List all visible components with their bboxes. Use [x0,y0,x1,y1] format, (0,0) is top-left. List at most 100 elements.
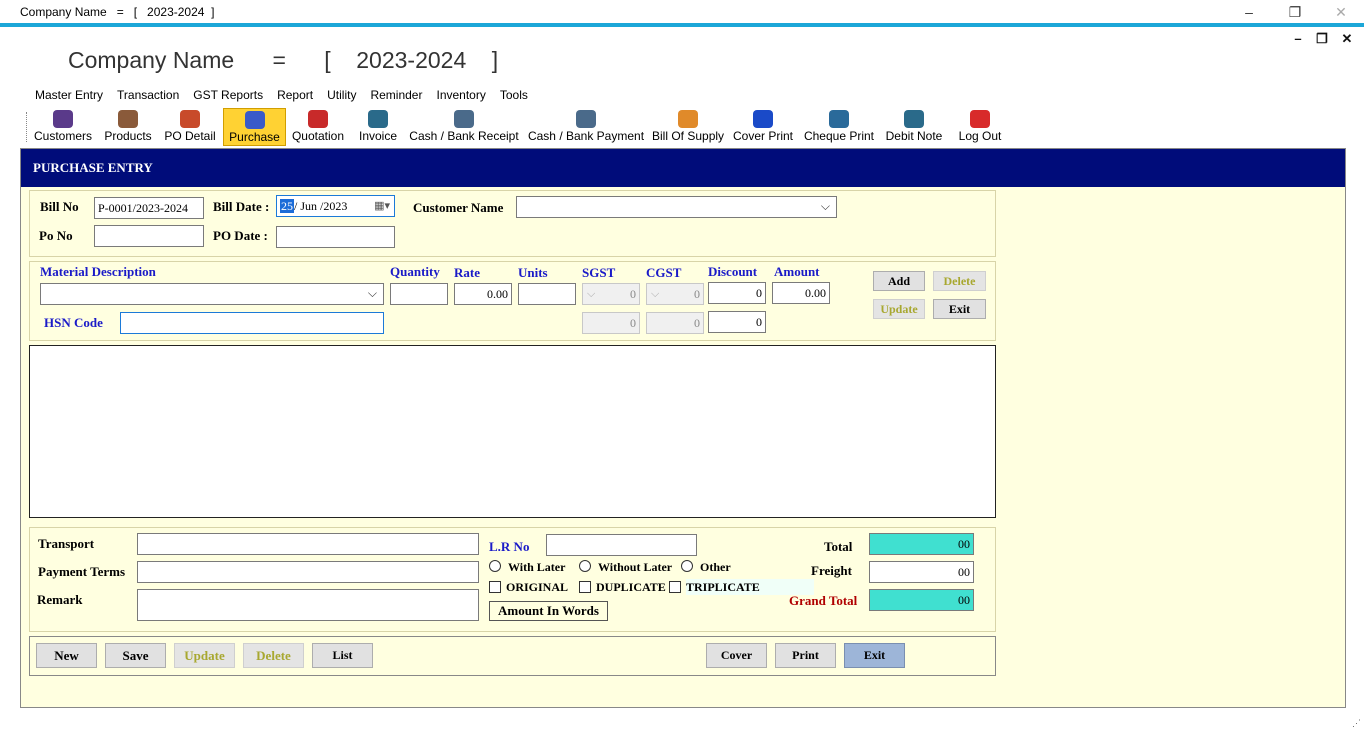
toolbar-log-out-button[interactable]: Log Out [954,108,1006,146]
duplicate-label: DUPLICATE [596,580,666,594]
menu-item-gst-reports[interactable]: GST Reports [186,86,270,104]
rate-field[interactable]: 0.00 [454,283,512,305]
original-label: ORIGINAL [506,580,569,594]
menu-item-transaction[interactable]: Transaction [110,86,186,104]
minimize-icon[interactable]: – [1238,2,1260,22]
bill-no-field[interactable]: P-0001/2023-2024 [94,197,204,219]
toolbar-cheque-print-button[interactable]: Cheque Print [802,108,876,146]
toolbar-quotation-button[interactable]: Quotation [290,108,346,146]
toolbar-label: Bill Of Supply [652,129,725,143]
list-button[interactable]: List [312,643,373,668]
bill-date-picker[interactable]: 25/ Jun /2023 ▦▾ [276,195,395,217]
toolbar-label: Cheque Print [803,129,875,143]
hsn-code-field[interactable] [120,312,384,334]
lr-no-field[interactable] [546,534,697,556]
sgst-value: 0 [630,287,636,301]
po-date-field[interactable] [276,226,395,248]
units-field[interactable] [518,283,576,305]
toolbar-label: Products [104,129,152,143]
update-item-button[interactable]: Update [873,299,925,319]
toolbar-po-detail-button[interactable]: PO Detail [162,108,218,146]
items-grid[interactable] [29,345,996,518]
triplicate-checkbox[interactable] [669,581,681,593]
restore-icon[interactable]: ❐ [1284,2,1306,22]
menu-item-report[interactable]: Report [270,86,320,104]
toolbar-bill-of-supply-button[interactable]: Bill Of Supply [652,108,724,146]
other-radio[interactable] [681,560,693,572]
title-accent-bar [0,23,1364,27]
units-label: Units [518,265,548,280]
without-later-radio[interactable] [579,560,591,572]
form-header: PURCHASE ENTRY [21,149,1345,187]
menu-item-master-entry[interactable]: Master Entry [28,86,110,104]
original-checkbox[interactable] [489,581,501,593]
toolbar-cover-print-button[interactable]: Cover Print [730,108,796,146]
quantity-field[interactable] [390,283,448,305]
cgst-amount-field: 0 [646,312,704,334]
duplicate-checkbox[interactable] [579,581,591,593]
save-button[interactable]: Save [105,643,166,668]
toolbar-label: Cover Print [732,129,794,143]
toolbar-invoice-button[interactable]: Invoice [354,108,402,146]
quotation-icon [308,110,328,128]
child-restore-icon[interactable]: ❐ [1313,30,1331,48]
customers-icon [53,110,73,128]
exit-button[interactable]: Exit [844,643,905,668]
toolbar-label: Log Out [958,129,1002,143]
menu-item-reminder[interactable]: Reminder [363,86,429,104]
payment-icon [576,110,596,128]
cover-button[interactable]: Cover [706,643,767,668]
add-item-button[interactable]: Add [873,271,925,291]
calendar-icon[interactable]: ▦▾ [374,198,390,214]
toolbar-purchase-button[interactable]: Purchase [223,108,286,146]
with-later-radio[interactable] [489,560,501,572]
title-bar: Company Name = [ 2023-2024 ] – ❐ ✕ [0,0,1364,24]
discount-field[interactable]: 0 [708,282,766,304]
grand-total-label: Grand Total [789,593,858,608]
transport-field[interactable] [137,533,479,555]
customer-name-dropdown[interactable] [516,196,837,218]
debit-note-icon [904,110,924,128]
remark-field[interactable] [137,589,479,621]
print-button[interactable]: Print [775,643,836,668]
toolbar-products-button[interactable]: Products [100,108,156,146]
exit-item-button[interactable]: Exit [933,299,986,319]
menu-item-tools[interactable]: Tools [493,86,535,104]
close-icon[interactable]: ✕ [1330,2,1352,22]
child-close-icon[interactable]: ✕ [1338,30,1356,48]
child-minimize-icon[interactable]: – [1289,30,1307,48]
products-icon [118,110,138,128]
toolbar-label: PO Detail [164,129,216,143]
freight-field[interactable]: 00 [869,561,974,583]
customer-name-label: Customer Name [413,200,504,215]
lr-no-label: L.R No [489,539,530,554]
power-icon [970,110,990,128]
update-button[interactable]: Update [174,643,235,668]
with-later-label: With Later [508,560,566,574]
bill-date-label: Bill Date : [213,199,270,214]
payment-terms-field[interactable] [137,561,479,583]
menu-item-utility[interactable]: Utility [320,86,363,104]
resize-grip-icon[interactable]: ⋰ [1352,718,1362,728]
quantity-label: Quantity [390,264,440,279]
toolbar-label: Quotation [291,129,345,143]
toolbar-label: Cash / Bank Payment [527,129,645,143]
material-description-dropdown[interactable] [40,283,384,305]
toolbar-debit-note-button[interactable]: Debit Note [884,108,944,146]
toolbar-cash-bank-receipt-button[interactable]: Cash / Bank Receipt [408,108,520,146]
bill-supply-icon [678,110,698,128]
toolbar-cash-bank-payment-button[interactable]: Cash / Bank Payment [524,108,648,146]
amount-field[interactable]: 0.00 [772,282,830,304]
new-button[interactable]: New [36,643,97,668]
discount-label: Discount [708,264,758,279]
bill-no-label: Bill No [40,199,79,214]
po-date-label: PO Date : [213,228,268,243]
toolbar-customers-button[interactable]: Customers [32,108,94,146]
delete-button[interactable]: Delete [243,643,304,668]
total-field: 00 [869,533,974,555]
discount-amount-field[interactable]: 0 [708,311,766,333]
bill-date-day: 25 [280,199,294,213]
po-no-field[interactable] [94,225,204,247]
menu-item-inventory[interactable]: Inventory [429,86,492,104]
delete-item-button[interactable]: Delete [933,271,986,291]
